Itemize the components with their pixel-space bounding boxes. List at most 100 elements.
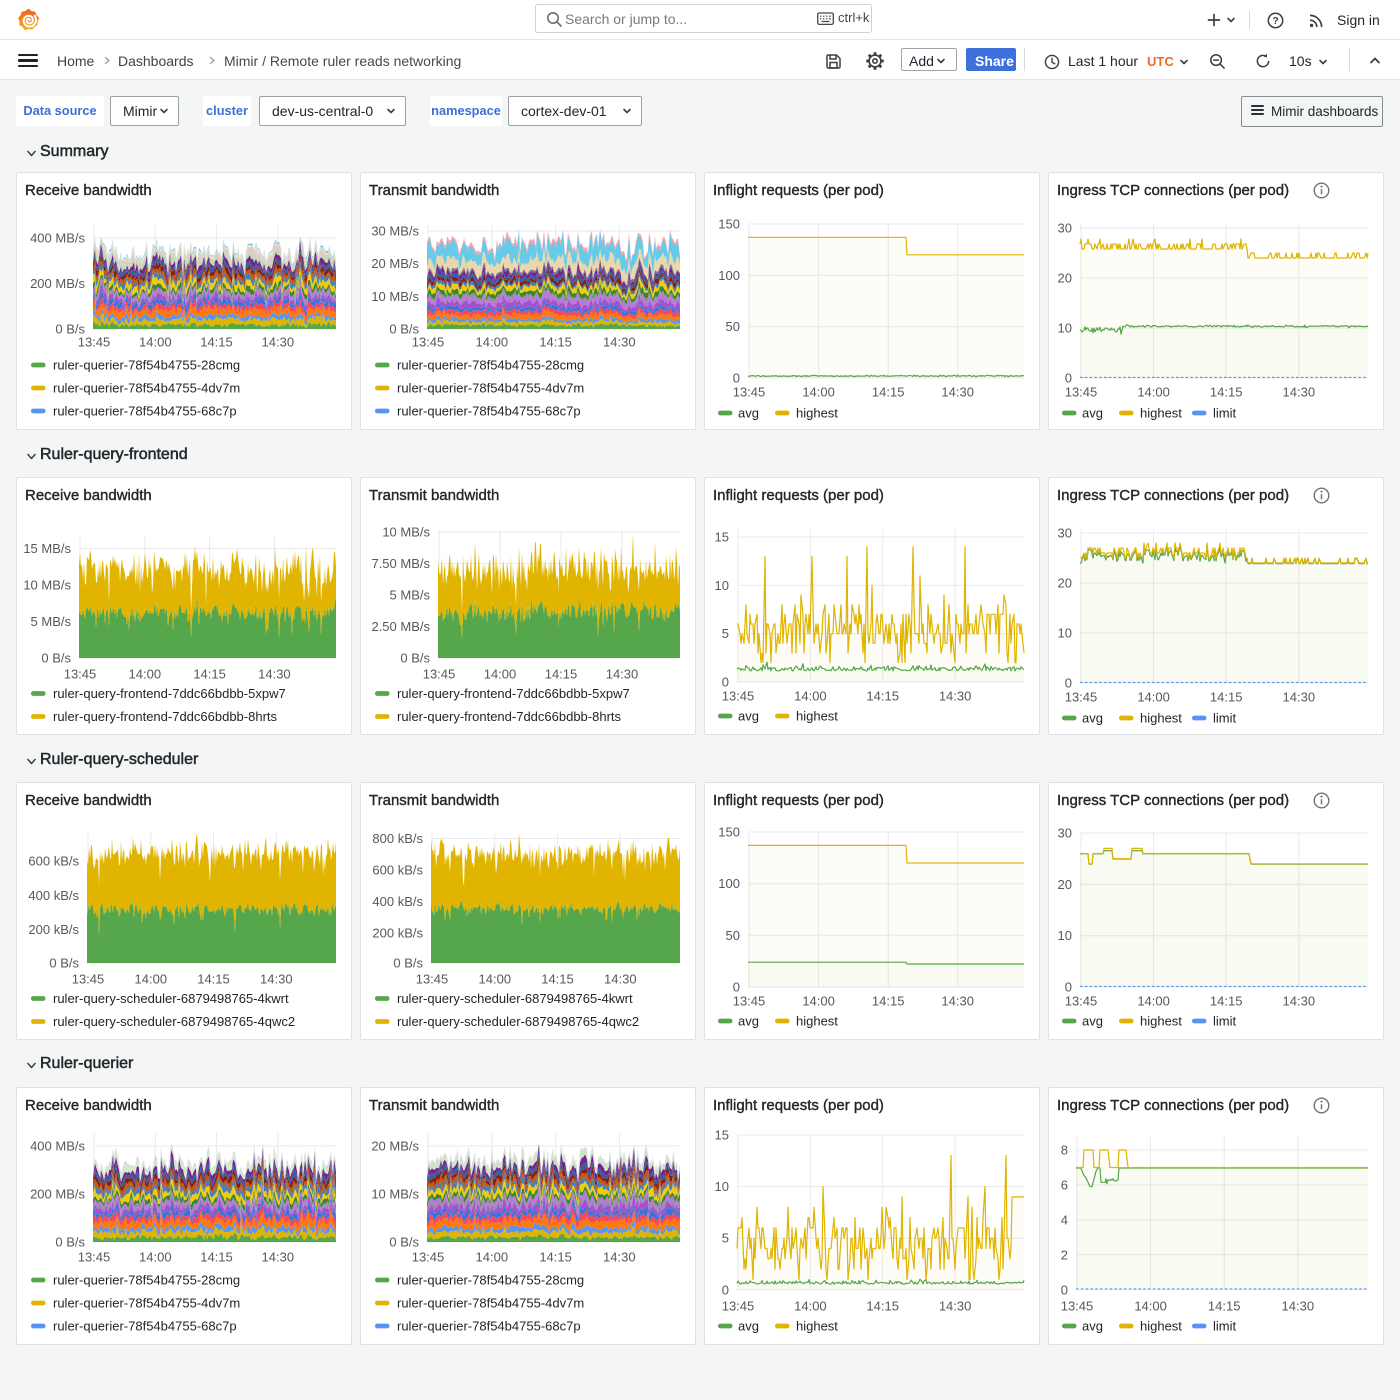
svg-text:14:30: 14:30 — [1283, 690, 1316, 705]
svg-text:highest: highest — [796, 406, 838, 421]
svg-text:14:15: 14:15 — [541, 972, 574, 987]
svg-text:14:30: 14:30 — [603, 1250, 636, 1265]
svg-text:10: 10 — [1058, 626, 1072, 641]
svg-text:14:30: 14:30 — [941, 385, 974, 400]
svg-text:14:00: 14:00 — [476, 1250, 509, 1265]
svg-text:0: 0 — [1065, 980, 1072, 995]
svg-text:0: 0 — [733, 371, 740, 386]
svg-text:14:15: 14:15 — [872, 385, 905, 400]
svg-text:30: 30 — [1058, 221, 1072, 236]
svg-text:13:45: 13:45 — [423, 667, 456, 682]
svg-text:50: 50 — [726, 319, 740, 334]
svg-text:ruler-querier-78f54b4755-28cmg: ruler-querier-78f54b4755-28cmg — [53, 358, 240, 373]
svg-text:13:45: 13:45 — [722, 689, 755, 704]
svg-text:14:15: 14:15 — [1210, 690, 1243, 705]
svg-text:avg: avg — [1082, 711, 1103, 726]
svg-text:14:00: 14:00 — [476, 335, 509, 350]
svg-text:100: 100 — [718, 876, 740, 891]
svg-text:Receive bandwidth: Receive bandwidth — [25, 1097, 152, 1114]
svg-text:limit: limit — [1213, 406, 1236, 421]
svg-text:ruler-querier-78f54b4755-68c7p: ruler-querier-78f54b4755-68c7p — [397, 1319, 581, 1334]
svg-text:14:15: 14:15 — [545, 667, 578, 682]
svg-text:ruler-query-frontend-7ddc66bdb: ruler-query-frontend-7ddc66bdbb-5xpw7 — [397, 686, 630, 701]
svg-text:13:45: 13:45 — [78, 1250, 111, 1265]
svg-text:ruler-query-scheduler-68794987: ruler-query-scheduler-6879498765-4qwc2 — [53, 1014, 295, 1029]
svg-text:ruler-querier-78f54b4755-28cmg: ruler-querier-78f54b4755-28cmg — [397, 1273, 584, 1288]
svg-text:ruler-querier-78f54b4755-28cmg: ruler-querier-78f54b4755-28cmg — [53, 1273, 240, 1288]
svg-text:14:00: 14:00 — [139, 335, 172, 350]
svg-text:14:15: 14:15 — [866, 1299, 899, 1314]
svg-text:13:45: 13:45 — [412, 1250, 445, 1265]
svg-text:14:15: 14:15 — [200, 1250, 233, 1265]
svg-text:2.50 MB/s: 2.50 MB/s — [371, 619, 430, 634]
svg-text:13:45: 13:45 — [78, 335, 111, 350]
svg-text:avg: avg — [738, 1014, 759, 1029]
svg-text:13:45: 13:45 — [412, 335, 445, 350]
svg-text:5: 5 — [722, 626, 729, 641]
svg-text:14:30: 14:30 — [941, 994, 974, 1009]
svg-text:0: 0 — [1065, 676, 1072, 691]
svg-text:ruler-querier-78f54b4755-68c7p: ruler-querier-78f54b4755-68c7p — [397, 404, 581, 419]
svg-text:10: 10 — [715, 578, 729, 593]
svg-text:14:30: 14:30 — [262, 1250, 295, 1265]
svg-text:limit: limit — [1213, 1014, 1236, 1029]
svg-text:14:00: 14:00 — [794, 1299, 827, 1314]
svg-text:600 kB/s: 600 kB/s — [372, 863, 423, 878]
svg-text:4: 4 — [1061, 1212, 1068, 1227]
svg-text:Ingress TCP connections (per p: Ingress TCP connections (per pod) — [1057, 487, 1289, 504]
svg-text:ruler-query-frontend-7ddc66bdb: ruler-query-frontend-7ddc66bdbb-8hrts — [53, 709, 278, 724]
svg-text:10 MB/s: 10 MB/s — [382, 525, 430, 540]
svg-text:200 kB/s: 200 kB/s — [28, 922, 79, 937]
svg-text:avg: avg — [1082, 406, 1103, 421]
svg-text:20 MB/s: 20 MB/s — [371, 1139, 419, 1154]
svg-text:14:15: 14:15 — [200, 335, 233, 350]
svg-text:10 MB/s: 10 MB/s — [371, 1187, 419, 1202]
svg-text:400 kB/s: 400 kB/s — [372, 894, 423, 909]
svg-text:14:30: 14:30 — [1282, 1299, 1315, 1314]
svg-text:highest: highest — [796, 1319, 838, 1334]
svg-text:Receive bandwidth: Receive bandwidth — [25, 792, 152, 809]
svg-text:avg: avg — [1082, 1014, 1103, 1029]
svg-text:400 kB/s: 400 kB/s — [28, 888, 79, 903]
svg-text:14:30: 14:30 — [939, 1299, 972, 1314]
svg-text:14:15: 14:15 — [197, 972, 230, 987]
svg-text:Receive bandwidth: Receive bandwidth — [25, 182, 152, 199]
svg-text:Transmit bandwidth: Transmit bandwidth — [369, 1097, 499, 1114]
svg-text:14:15: 14:15 — [1208, 1299, 1241, 1314]
svg-text:14:00: 14:00 — [802, 385, 835, 400]
svg-text:150: 150 — [718, 217, 740, 232]
svg-text:13:45: 13:45 — [1065, 994, 1098, 1009]
svg-text:800 kB/s: 800 kB/s — [372, 831, 423, 846]
svg-text:ruler-querier-78f54b4755-4dv7m: ruler-querier-78f54b4755-4dv7m — [397, 381, 584, 396]
svg-text:15: 15 — [715, 1128, 729, 1143]
svg-text:Inflight requests (per pod): Inflight requests (per pod) — [713, 487, 884, 504]
svg-text:limit: limit — [1213, 1319, 1236, 1334]
svg-text:?: ? — [1272, 16, 1278, 27]
svg-text:14:15: 14:15 — [1210, 385, 1243, 400]
svg-text:600 kB/s: 600 kB/s — [28, 854, 79, 869]
svg-text:avg: avg — [738, 709, 759, 724]
svg-text:Ingress TCP connections (per p: Ingress TCP connections (per pod) — [1057, 1097, 1289, 1114]
svg-text:10 MB/s: 10 MB/s — [23, 578, 71, 593]
svg-text:14:15: 14:15 — [872, 994, 905, 1009]
svg-text:14:00: 14:00 — [129, 667, 162, 682]
svg-text:highest: highest — [1140, 406, 1182, 421]
svg-text:0: 0 — [1065, 371, 1072, 386]
svg-text:200 kB/s: 200 kB/s — [372, 926, 423, 941]
svg-text:ruler-querier-78f54b4755-68c7p: ruler-querier-78f54b4755-68c7p — [53, 1319, 237, 1334]
svg-text:highest: highest — [1140, 1319, 1182, 1334]
svg-text:400 MB/s: 400 MB/s — [30, 1139, 85, 1154]
svg-text:Transmit bandwidth: Transmit bandwidth — [369, 182, 499, 199]
svg-text:200 MB/s: 200 MB/s — [30, 1187, 85, 1202]
svg-text:ruler-querier-78f54b4755-4dv7m: ruler-querier-78f54b4755-4dv7m — [53, 1296, 240, 1311]
svg-text:0: 0 — [722, 1282, 729, 1297]
svg-text:ruler-query-scheduler-68794987: ruler-query-scheduler-6879498765-4qwc2 — [397, 1014, 639, 1029]
svg-text:30: 30 — [1058, 526, 1072, 541]
svg-text:0 B/s: 0 B/s — [389, 1235, 419, 1250]
svg-text:Inflight requests (per pod): Inflight requests (per pod) — [713, 1097, 884, 1114]
svg-text:13:45: 13:45 — [1065, 385, 1098, 400]
svg-text:13:45: 13:45 — [1061, 1299, 1094, 1314]
svg-text:Transmit bandwidth: Transmit bandwidth — [369, 487, 499, 504]
svg-text:400 MB/s: 400 MB/s — [30, 231, 85, 246]
svg-text:14:15: 14:15 — [866, 689, 899, 704]
